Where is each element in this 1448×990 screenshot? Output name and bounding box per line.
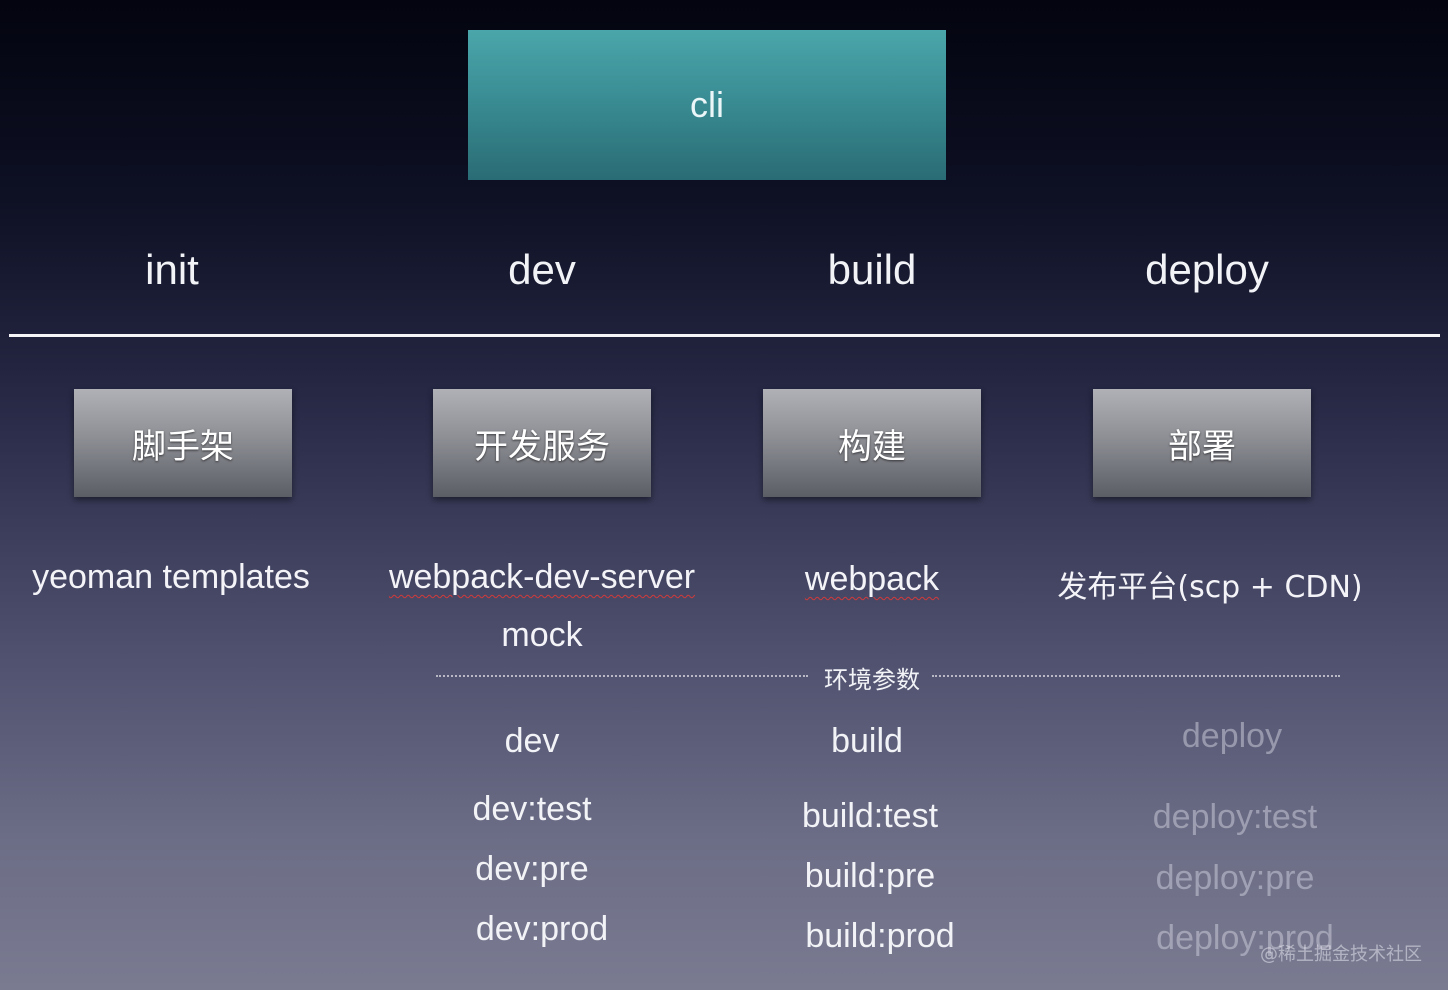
cmd-deploy-1: deploy:test [1152,798,1318,836]
phase-deploy: deploy [1145,246,1269,293]
env-separator-left [436,675,808,677]
cmd-dev-2: dev:pre [475,850,589,888]
cmd-deploy-0: deploy [1181,717,1283,755]
cmd-dev-0: dev [504,722,560,760]
tool-label-build: 构建 [838,426,906,467]
tool-label-dev-server: 开发服务 [474,426,610,467]
env-separator-right [932,675,1340,677]
desc-webpack: webpack [772,560,972,599]
watermark: @稀土掘金技术社区 [1260,944,1422,965]
cmd-dev-3: dev:prod [475,910,609,948]
tool-label-scaffold: 脚手架 [132,426,234,467]
tool-box-deploy: 部署 [1093,389,1311,497]
env-label: 环境参数 [824,666,920,694]
desc-deploy: 发布平台(scp + CDN) [1057,570,1363,605]
desc-init: yeoman templates [32,558,310,596]
tool-box-dev-server: 开发服务 [433,389,651,497]
cmd-build-3: build:prod [805,917,955,955]
cmd-dev-1: dev:test [472,790,592,828]
cmd-deploy-2: deploy:pre [1155,859,1315,897]
phase-dev: dev [508,246,576,293]
desc-dev-server: webpack-dev-server [342,558,742,597]
cmd-build-2: build:pre [804,857,936,895]
cli-node: cli [468,30,946,180]
phase-divider [9,334,1440,337]
tool-box-scaffold: 脚手架 [74,389,292,497]
cmd-build-1: build:test [801,797,939,835]
tool-box-build: 构建 [763,389,981,497]
cmd-build-0: build [831,722,903,760]
phase-build: build [827,246,917,293]
desc-webpack-text: webpack [804,560,940,598]
tool-label-deploy: 部署 [1168,426,1236,467]
desc-mock: mock [501,616,583,654]
phase-init: init [145,246,199,293]
cli-label: cli [690,84,724,125]
desc-dev-server-text: webpack-dev-server [388,558,696,596]
